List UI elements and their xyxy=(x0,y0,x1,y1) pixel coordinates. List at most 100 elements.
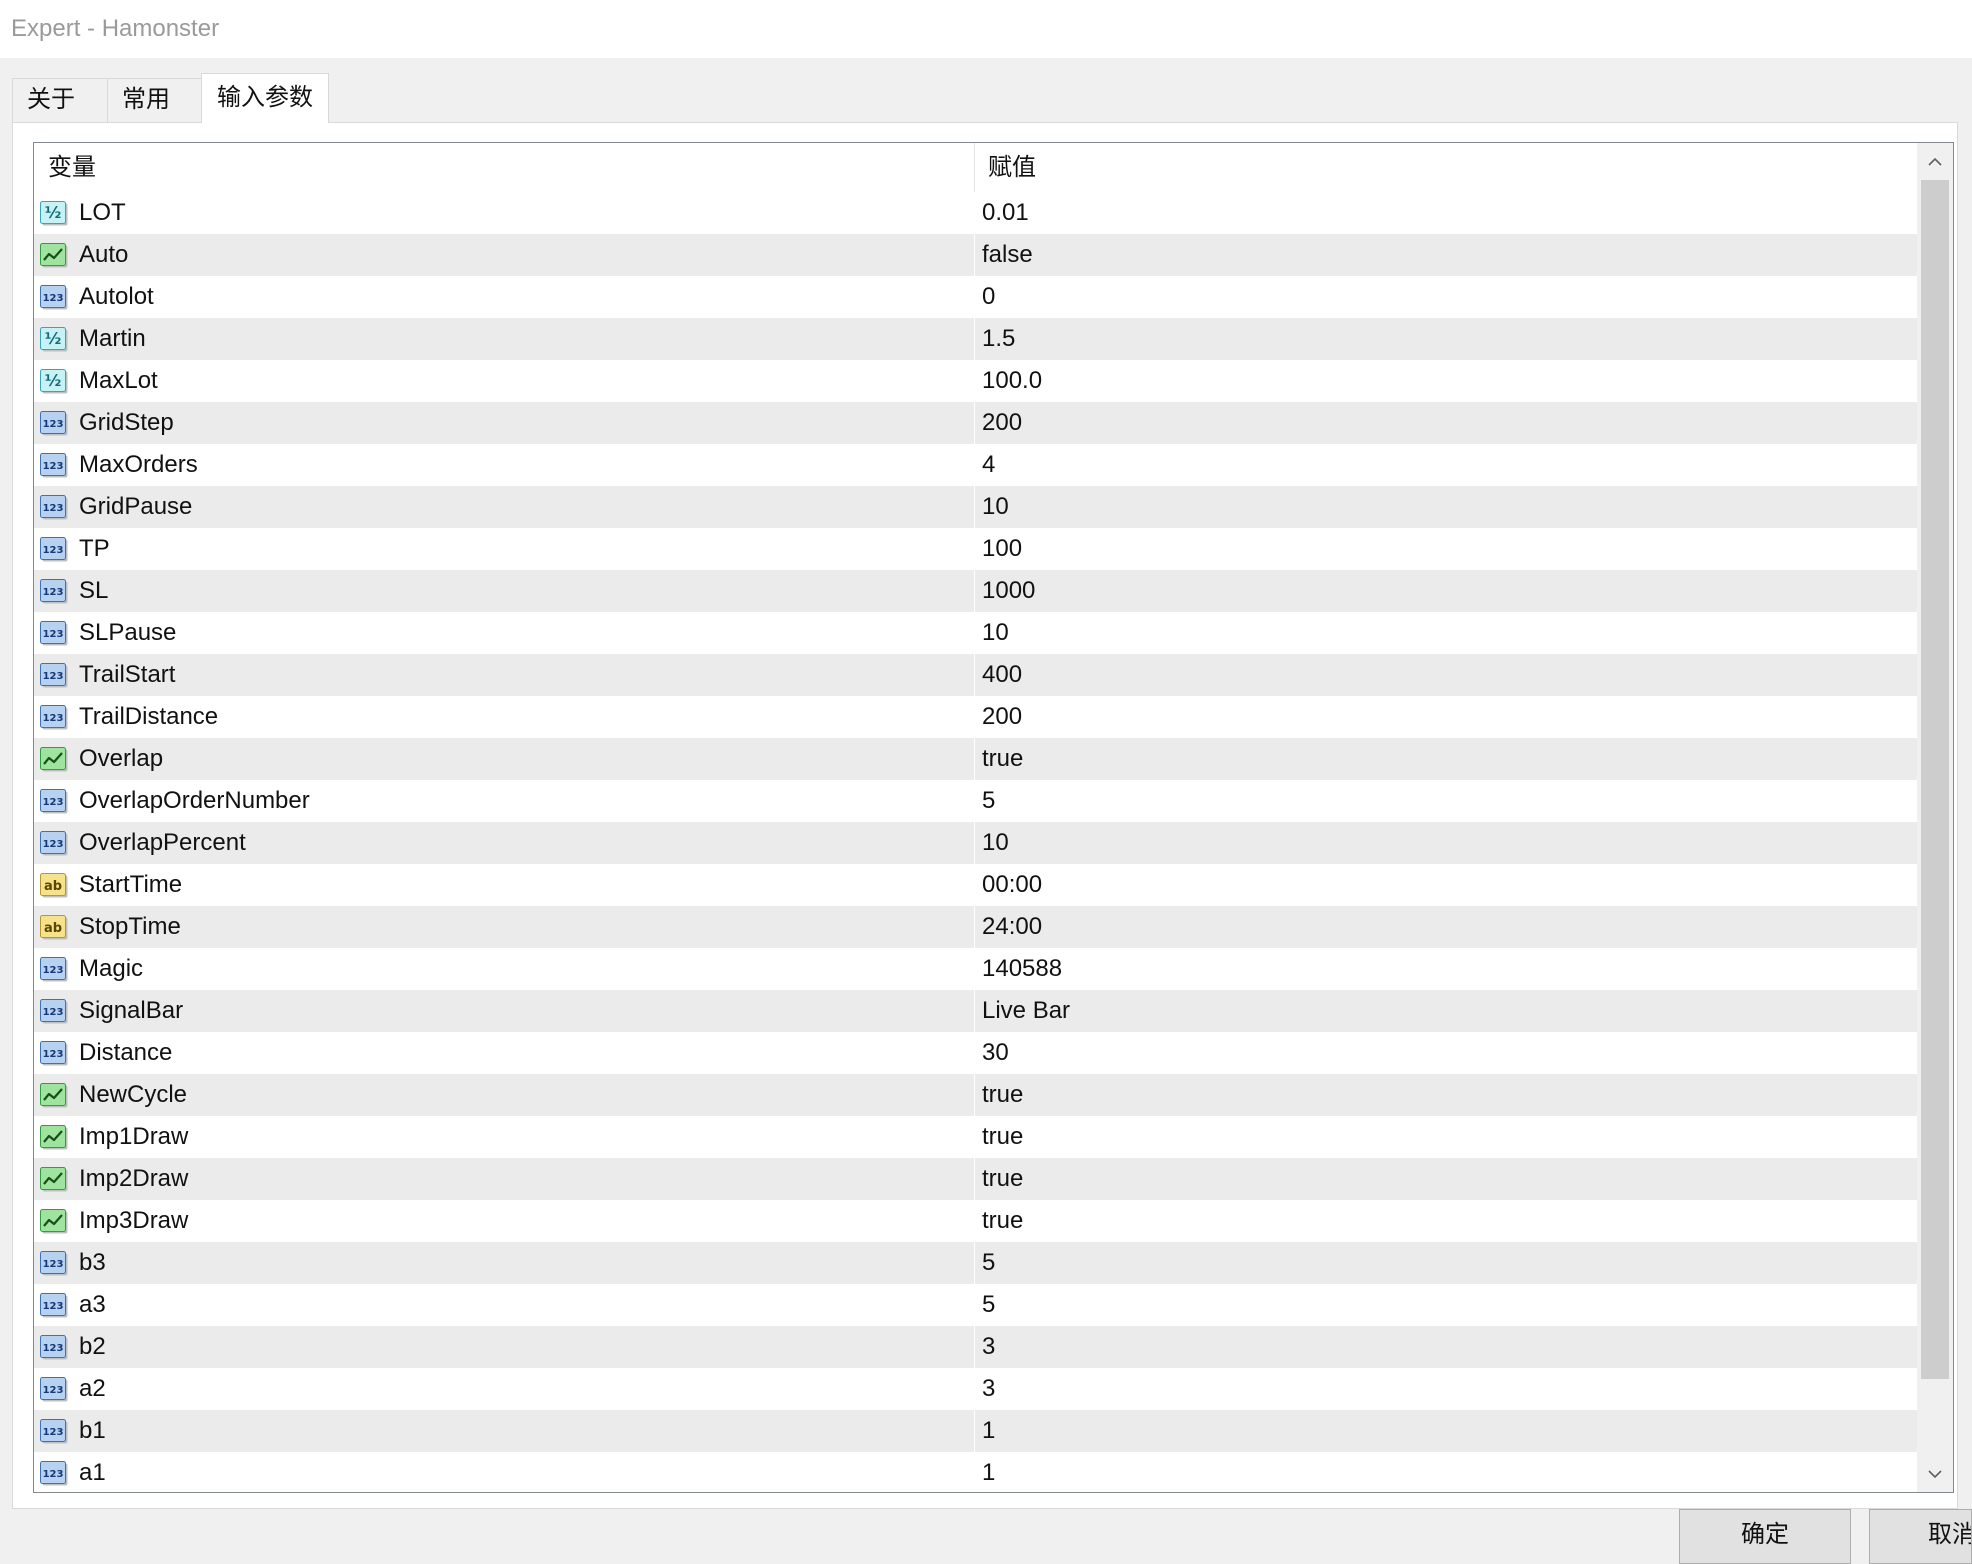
tab-common[interactable]: 常用 xyxy=(107,78,202,122)
param-name-cell[interactable]: Imp3Draw xyxy=(34,1200,975,1242)
scroll-up-button[interactable] xyxy=(1917,143,1953,180)
param-name-cell[interactable]: ab StartTime xyxy=(34,864,975,906)
param-name-cell[interactable]: 123 GridStep xyxy=(34,402,975,444)
param-value-cell[interactable]: true xyxy=(975,1116,1917,1158)
table-row[interactable]: 123 SL 1000 xyxy=(34,570,1917,612)
param-value-cell[interactable]: true xyxy=(975,1158,1917,1200)
table-row[interactable]: Imp2Draw true xyxy=(34,1158,1917,1200)
param-value-cell[interactable]: 10 xyxy=(975,822,1917,864)
param-name-cell[interactable]: 123 MaxOrders xyxy=(34,444,975,486)
param-value[interactable]: 1.5 xyxy=(982,318,1015,360)
param-value[interactable]: 30 xyxy=(982,1032,1009,1074)
param-name-cell[interactable]: 123 Autolot xyxy=(34,276,975,318)
param-value-cell[interactable]: 400 xyxy=(975,654,1917,696)
param-value-cell[interactable]: 4 xyxy=(975,444,1917,486)
param-name-cell[interactable]: 123 SL xyxy=(34,570,975,612)
param-value[interactable]: 100 xyxy=(982,528,1022,570)
param-value[interactable]: 4 xyxy=(982,444,995,486)
table-row[interactable]: ½ MaxLot 100.0 xyxy=(34,360,1917,402)
param-name-cell[interactable]: 123 b3 xyxy=(34,1242,975,1284)
param-value-cell[interactable]: 5 xyxy=(975,1284,1917,1326)
table-row[interactable]: ½ LOT 0.01 xyxy=(34,192,1917,234)
table-row[interactable]: Auto false xyxy=(34,234,1917,276)
param-value[interactable]: true xyxy=(982,1200,1023,1242)
param-value[interactable]: true xyxy=(982,738,1023,780)
scrollbar-thumb[interactable] xyxy=(1921,180,1949,1379)
param-value-cell[interactable]: Live Bar xyxy=(975,990,1917,1032)
param-value[interactable]: 0 xyxy=(982,276,995,318)
table-row[interactable]: 123 GridStep 200 xyxy=(34,402,1917,444)
param-name-cell[interactable]: 123 b1 xyxy=(34,1410,975,1452)
param-name-cell[interactable]: 123 a2 xyxy=(34,1368,975,1410)
table-row[interactable]: 123 MaxOrders 4 xyxy=(34,444,1917,486)
param-name-cell[interactable]: 123 TP xyxy=(34,528,975,570)
param-value[interactable]: true xyxy=(982,1158,1023,1200)
param-name-cell[interactable]: Imp1Draw xyxy=(34,1116,975,1158)
param-name-cell[interactable]: Imp2Draw xyxy=(34,1158,975,1200)
table-row[interactable]: ab StopTime 24:00 xyxy=(34,906,1917,948)
table-row[interactable]: NewCycle true xyxy=(34,1074,1917,1116)
param-value-cell[interactable]: 5 xyxy=(975,780,1917,822)
param-name-cell[interactable]: 123 Distance xyxy=(34,1032,975,1074)
param-value-cell[interactable]: true xyxy=(975,1074,1917,1116)
table-row[interactable]: 123 Distance 30 xyxy=(34,1032,1917,1074)
param-value[interactable]: Live Bar xyxy=(982,990,1070,1032)
tab-about[interactable]: 关于 xyxy=(12,78,108,122)
param-value[interactable]: 00:00 xyxy=(982,864,1042,906)
param-value-cell[interactable]: 0 xyxy=(975,276,1917,318)
param-value[interactable]: 24:00 xyxy=(982,906,1042,948)
param-value[interactable]: 200 xyxy=(982,402,1022,444)
table-row[interactable]: 123 GridPause 10 xyxy=(34,486,1917,528)
table-row[interactable]: 123 b2 3 xyxy=(34,1326,1917,1368)
table-row[interactable]: ab StartTime 00:00 xyxy=(34,864,1917,906)
param-value[interactable]: 400 xyxy=(982,654,1022,696)
param-value[interactable]: false xyxy=(982,234,1033,276)
param-value[interactable]: 10 xyxy=(982,612,1009,654)
param-value-cell[interactable]: 100.0 xyxy=(975,360,1917,402)
param-value-cell[interactable]: false xyxy=(975,234,1917,276)
table-row[interactable]: 123 SLPause 10 xyxy=(34,612,1917,654)
param-value-cell[interactable]: 1000 xyxy=(975,570,1917,612)
param-name-cell[interactable]: ½ Martin xyxy=(34,318,975,360)
param-value-cell[interactable]: 200 xyxy=(975,402,1917,444)
table-row[interactable]: 123 Autolot 0 xyxy=(34,276,1917,318)
param-value-cell[interactable]: true xyxy=(975,738,1917,780)
param-value-cell[interactable]: 10 xyxy=(975,486,1917,528)
param-value-cell[interactable]: 1 xyxy=(975,1452,1917,1492)
param-value[interactable]: true xyxy=(982,1074,1023,1116)
param-name-cell[interactable]: 123 SLPause xyxy=(34,612,975,654)
table-row[interactable]: ½ Martin 1.5 xyxy=(34,318,1917,360)
param-value[interactable]: 3 xyxy=(982,1368,995,1410)
table-row[interactable]: 123 SignalBar Live Bar xyxy=(34,990,1917,1032)
param-value[interactable]: true xyxy=(982,1116,1023,1158)
param-value[interactable]: 10 xyxy=(982,822,1009,864)
param-name-cell[interactable]: Auto xyxy=(34,234,975,276)
param-value[interactable]: 5 xyxy=(982,780,995,822)
param-value[interactable]: 1 xyxy=(982,1410,995,1452)
param-name-cell[interactable]: 123 TrailStart xyxy=(34,654,975,696)
param-name-cell[interactable]: 123 SignalBar xyxy=(34,990,975,1032)
param-value[interactable]: 3 xyxy=(982,1326,995,1368)
table-row[interactable]: 123 TrailStart 400 xyxy=(34,654,1917,696)
param-value[interactable]: 200 xyxy=(982,696,1022,738)
param-value-cell[interactable]: 00:00 xyxy=(975,864,1917,906)
param-value[interactable]: 5 xyxy=(982,1284,995,1326)
table-row[interactable]: 123 a3 5 xyxy=(34,1284,1917,1326)
column-header-value[interactable]: 赋值 xyxy=(975,143,1917,192)
param-name-cell[interactable]: 123 TrailDistance xyxy=(34,696,975,738)
param-name-cell[interactable]: ½ MaxLot xyxy=(34,360,975,402)
param-value[interactable]: 10 xyxy=(982,486,1009,528)
table-row[interactable]: 123 OverlapPercent 10 xyxy=(34,822,1917,864)
param-name-cell[interactable]: NewCycle xyxy=(34,1074,975,1116)
table-row[interactable]: 123 OverlapOrderNumber 5 xyxy=(34,780,1917,822)
param-value[interactable]: 1000 xyxy=(982,570,1035,612)
param-name-cell[interactable]: 123 b2 xyxy=(34,1326,975,1368)
param-value-cell[interactable]: 3 xyxy=(975,1326,1917,1368)
table-row[interactable]: 123 a2 3 xyxy=(34,1368,1917,1410)
table-row[interactable]: Imp1Draw true xyxy=(34,1116,1917,1158)
param-value-cell[interactable]: 3 xyxy=(975,1368,1917,1410)
table-row[interactable]: Overlap true xyxy=(34,738,1917,780)
scroll-down-button[interactable] xyxy=(1917,1455,1953,1492)
table-row[interactable]: 123 TrailDistance 200 xyxy=(34,696,1917,738)
param-name-cell[interactable]: 123 OverlapPercent xyxy=(34,822,975,864)
